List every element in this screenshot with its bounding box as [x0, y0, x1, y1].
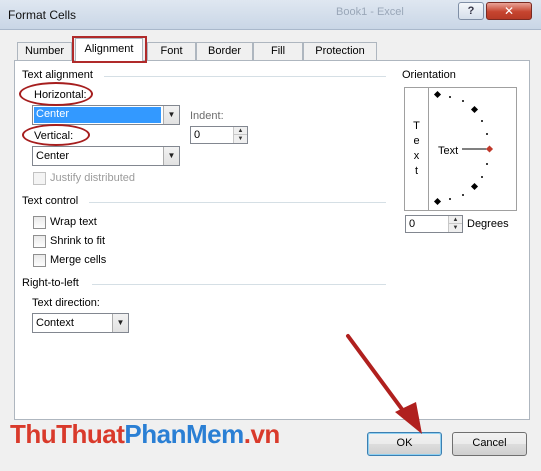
shrink-to-fit-label: Shrink to fit	[50, 235, 106, 247]
vertical-annotation	[22, 124, 90, 146]
vertical-text-letter: x	[413, 150, 420, 162]
degrees-spinner[interactable]: 0 ▲ ▼	[405, 215, 463, 233]
text-control-divider	[89, 202, 386, 203]
tab-highlight-annotation	[72, 36, 147, 63]
horizontal-annotation	[19, 82, 93, 106]
dial-text-label: Text	[438, 145, 459, 157]
chevron-down-icon[interactable]: ▼	[163, 106, 179, 124]
close-button[interactable]: ✕	[486, 2, 532, 20]
watermark-part-1: ThuThuat	[10, 419, 125, 449]
red-arrow-annotation	[346, 334, 422, 434]
spin-up-icon[interactable]: ▲	[449, 216, 462, 224]
indent-value: 0	[194, 129, 201, 141]
text-direction-select[interactable]: Context ▼	[32, 313, 129, 333]
indent-spinner[interactable]: 0 ▲ ▼	[190, 126, 248, 144]
vertical-select[interactable]: Center ▼	[32, 146, 180, 166]
vertical-value: Center	[36, 150, 70, 162]
tab-font[interactable]: Font	[147, 42, 196, 60]
orientation-heading: Orientation	[402, 69, 456, 81]
justify-distributed-checkbox[interactable]	[33, 172, 46, 185]
tab-fill[interactable]: Fill	[253, 42, 303, 60]
chevron-down-icon[interactable]: ▼	[163, 147, 179, 165]
chevron-down-icon[interactable]: ▼	[112, 314, 128, 332]
spin-down-icon[interactable]: ▼	[234, 135, 247, 143]
right-to-left-divider	[92, 284, 386, 285]
tab-number[interactable]: Number	[17, 42, 72, 60]
merge-cells-checkbox[interactable]	[33, 254, 46, 267]
watermark-part-2: PhanMem	[124, 419, 244, 449]
tab-border[interactable]: Border	[196, 42, 253, 60]
shrink-to-fit-checkbox[interactable]	[33, 235, 46, 248]
vertical-text-letter: e	[413, 135, 420, 147]
indent-label: Indent:	[190, 110, 224, 122]
indent-spin-buttons[interactable]: ▲ ▼	[233, 127, 247, 143]
text-alignment-heading: Text alignment	[22, 69, 93, 81]
cancel-button[interactable]: Cancel	[452, 432, 527, 456]
tab-protection[interactable]: Protection	[303, 42, 377, 60]
vertical-text-letter: t	[414, 165, 419, 177]
degrees-spin-buttons[interactable]: ▲ ▼	[448, 216, 462, 232]
right-to-left-heading: Right-to-left	[22, 277, 79, 289]
degrees-value: 0	[409, 218, 416, 230]
horizontal-value: Center	[34, 107, 161, 123]
site-watermark: ThuThuatPhanMem.vn	[10, 419, 280, 450]
text-direction-label: Text direction:	[32, 297, 100, 309]
help-button[interactable]: ?	[458, 2, 484, 20]
watermark-part-3: .vn	[243, 419, 281, 449]
spin-down-icon[interactable]: ▼	[449, 224, 462, 232]
dialog-title: Format Cells	[8, 8, 77, 22]
background-window-title: Book1 - Excel	[336, 6, 404, 18]
merge-cells-label: Merge cells	[50, 254, 107, 266]
text-control-heading: Text control	[22, 195, 79, 207]
vertical-text-button[interactable]: T e x t	[405, 88, 429, 210]
spin-up-icon[interactable]: ▲	[234, 127, 247, 135]
wrap-text-label: Wrap text	[50, 216, 97, 228]
vertical-text-letter: T	[413, 120, 420, 132]
horizontal-select[interactable]: Center ▼	[32, 105, 180, 125]
wrap-text-checkbox[interactable]	[33, 216, 46, 229]
justify-distributed-label: Justify distributed	[50, 172, 135, 184]
degrees-label: Degrees	[467, 218, 509, 230]
text-direction-value: Context	[36, 317, 74, 329]
text-alignment-divider	[104, 76, 386, 77]
